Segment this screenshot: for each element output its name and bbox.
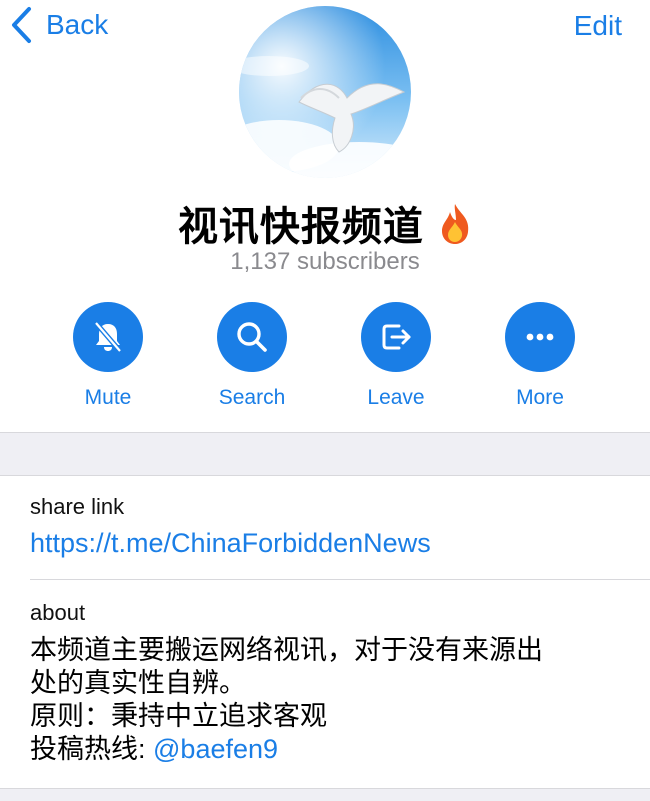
leave-circle	[361, 302, 431, 372]
bell-slash-icon	[94, 321, 122, 353]
about-label: about	[30, 600, 86, 625]
more-dots-icon	[526, 333, 554, 341]
share-link-url[interactable]: https://t.me/ChinaForbiddenNews	[30, 528, 431, 559]
bottom-separator	[0, 788, 650, 801]
back-button[interactable]: Back	[10, 6, 108, 44]
about-line-4: 投稿热线: @baefen9	[30, 733, 630, 766]
search-circle	[217, 302, 287, 372]
back-label: Back	[46, 9, 109, 40]
more-label: More	[516, 386, 564, 409]
dove-avatar-image	[239, 6, 411, 178]
about-line-3: 原则：秉持中立追求客观	[30, 701, 327, 731]
action-bar: Mute Search Leave More	[0, 302, 650, 412]
more-circle	[505, 302, 575, 372]
about-line-1: 本频道主要搬运网络视讯，对于没有来源出	[30, 635, 543, 665]
chevron-left-icon	[12, 7, 31, 43]
search-label: Search	[218, 386, 286, 409]
about-line-4-prefix: 投稿热线:	[30, 734, 154, 764]
info-divider	[30, 579, 650, 580]
share-link-label: share link	[30, 494, 125, 519]
channel-title: 视讯快报频道	[0, 194, 650, 252]
leave-icon	[382, 324, 411, 350]
search-icon	[237, 322, 267, 352]
about-description: 本频道主要搬运网络视讯，对于没有来源出 处的真实性自辨。 原则：秉持中立追求客观…	[30, 634, 630, 766]
search-button[interactable]: Search	[182, 302, 322, 410]
mute-label: Mute	[84, 386, 132, 409]
about-line-2: 处的真实性自辨。	[30, 668, 246, 698]
channel-avatar[interactable]	[239, 6, 411, 178]
leave-button[interactable]: Leave	[326, 302, 466, 410]
contact-handle-link[interactable]: @baefen9	[153, 734, 278, 764]
channel-title-text: 视讯快报频道	[177, 205, 424, 249]
section-separator	[0, 432, 650, 476]
mute-button[interactable]: Mute	[38, 302, 178, 410]
leave-label: Leave	[367, 386, 425, 409]
subscriber-count: 1,137 subscribers	[230, 248, 420, 275]
more-button[interactable]: More	[470, 302, 610, 410]
mute-circle	[73, 302, 143, 372]
fire-icon	[442, 204, 469, 244]
edit-button[interactable]: Edit	[574, 10, 622, 42]
